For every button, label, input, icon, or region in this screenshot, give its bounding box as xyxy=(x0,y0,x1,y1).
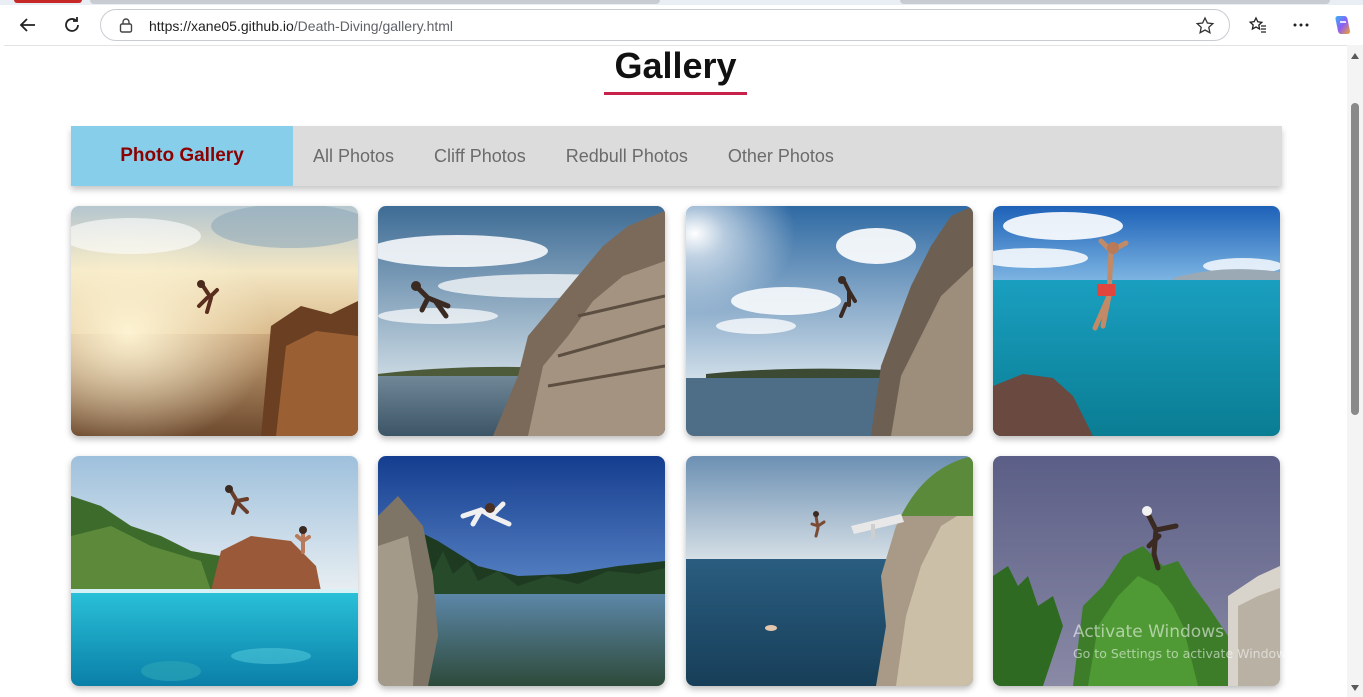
back-arrow-icon xyxy=(19,18,35,32)
page-scrollbar[interactable] xyxy=(1347,45,1363,697)
photo-sunset-cliff-dive[interactable] xyxy=(71,206,358,436)
tab-active[interactable] xyxy=(90,0,660,4)
lock-icon[interactable] xyxy=(119,17,133,38)
windows-activation-watermark: Activate Windows Go to Settings to activ… xyxy=(1073,622,1297,661)
nav-link-other-photos[interactable]: Other Photos xyxy=(708,126,854,186)
title-underline xyxy=(604,92,747,95)
photo-platform-sea-dive[interactable] xyxy=(686,456,973,686)
more-button[interactable] xyxy=(1285,9,1317,41)
nav-links: All Photos Cliff Photos Redbull Photos O… xyxy=(293,126,854,186)
favorites-button[interactable] xyxy=(1242,9,1274,41)
more-icon xyxy=(1293,23,1309,27)
refresh-button[interactable] xyxy=(56,9,88,41)
page-title: Gallery xyxy=(614,45,737,86)
favorites-icon xyxy=(1248,16,1266,33)
scroll-down-arrow-icon[interactable] xyxy=(1351,685,1359,691)
browser-toolbar: https://xane05.github.io/Death-Diving/ga… xyxy=(0,5,1363,45)
url-host: https://xane05.github.io xyxy=(149,18,294,34)
refresh-icon xyxy=(65,17,79,32)
tab-indicator[interactable] xyxy=(14,0,82,3)
watermark-subtitle: Go to Settings to activate Windows. xyxy=(1073,646,1297,661)
star-icon[interactable] xyxy=(1195,16,1215,41)
nav-brand[interactable]: Photo Gallery xyxy=(71,126,293,186)
address-bar[interactable]: https://xane05.github.io/Death-Diving/ga… xyxy=(100,9,1230,41)
url-text[interactable]: https://xane05.github.io/Death-Diving/ga… xyxy=(149,18,453,34)
nav-link-redbull-photos[interactable]: Redbull Photos xyxy=(546,126,708,186)
photo-lake-forest-jump[interactable] xyxy=(378,456,665,686)
url-path: /Death-Diving/gallery.html xyxy=(293,18,454,34)
nav-link-all-photos[interactable]: All Photos xyxy=(293,126,414,186)
nav-link-cliff-photos[interactable]: Cliff Photos xyxy=(414,126,546,186)
tab-other[interactable] xyxy=(900,0,1330,4)
photo-turquoise-sea-dive[interactable] xyxy=(993,206,1280,436)
back-button[interactable] xyxy=(12,9,44,41)
copilot-icon xyxy=(1335,16,1351,34)
photo-rocky-cliff-jump[interactable] xyxy=(378,206,665,436)
page-viewport: Gallery Photo Gallery All Photos Cliff P… xyxy=(4,45,1347,697)
watermark-title: Activate Windows xyxy=(1073,622,1224,642)
gallery-navbar: Photo Gallery All Photos Cliff Photos Re… xyxy=(71,126,1282,186)
scroll-up-arrow-icon[interactable] xyxy=(1351,53,1359,59)
copilot-button[interactable] xyxy=(1327,9,1359,41)
photo-underwater-split-view[interactable] xyxy=(71,456,358,686)
scrollbar-thumb[interactable] xyxy=(1351,103,1359,415)
photo-sunny-cliff-jump[interactable] xyxy=(686,206,973,436)
